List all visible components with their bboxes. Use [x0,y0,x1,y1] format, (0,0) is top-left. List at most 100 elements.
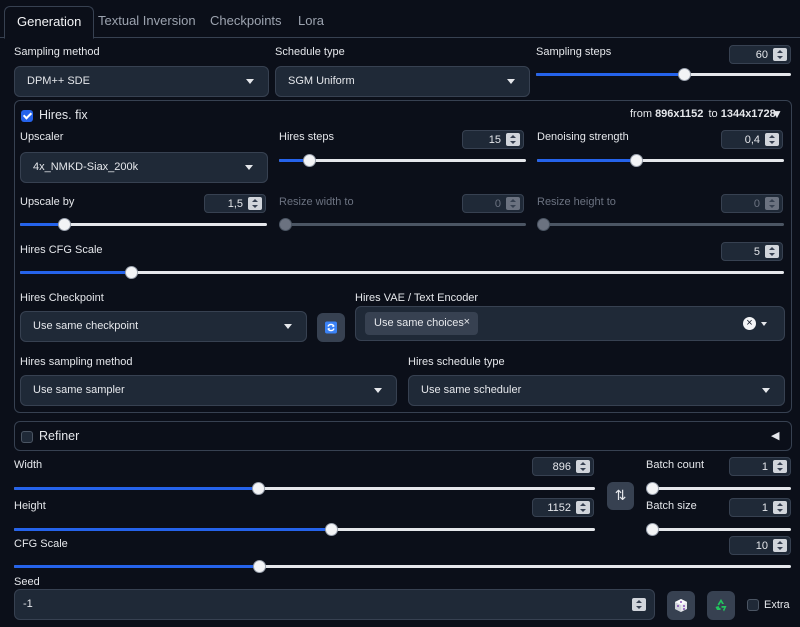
stepper-icon[interactable] [632,598,646,611]
stepper-icon[interactable] [765,245,779,258]
recycle-icon [715,599,727,612]
sampling-steps-value: 60 [755,49,768,61]
resize-height-input[interactable]: 0 [721,194,783,213]
batch-size-slider[interactable] [646,522,791,536]
upscaler-label: Upscaler [20,131,64,143]
tab-textual-inversion[interactable]: Textual Inversion [86,6,208,38]
stepper-icon[interactable] [773,501,787,514]
stepper-icon[interactable] [773,48,787,61]
clear-all-icon[interactable]: × [743,317,756,330]
slider-thumb[interactable] [646,482,659,495]
sampling-method-dropdown[interactable]: DPM++ SDE [14,66,269,97]
slider-thumb[interactable] [302,154,316,167]
stepper-icon[interactable] [576,460,590,473]
seed-input[interactable]: -1 [14,589,655,620]
random-seed-button[interactable] [667,591,695,620]
stepper-icon[interactable] [773,460,787,473]
slider-thumb[interactable] [537,218,550,231]
chevron-down-icon[interactable] [761,322,767,326]
slider-thumb[interactable] [677,68,691,81]
from-size: 896x1152 [655,108,704,120]
swap-dimensions-button[interactable]: ⇅ [607,482,634,510]
hires-fix-checkbox[interactable] [21,110,33,122]
hires-checkpoint-dropdown[interactable]: Use same checkpoint [20,311,307,342]
batch-count-label: Batch count [646,459,705,471]
resize-height-slider[interactable] [537,217,784,231]
stepper-icon[interactable] [506,197,520,210]
hires-size-info: from 896x1152 to 1344x1728 [630,108,776,120]
reuse-seed-button[interactable] [707,591,735,620]
slider-thumb[interactable] [646,523,659,536]
stepper-icon[interactable] [773,539,787,552]
slider-thumb[interactable] [124,266,138,279]
batch-count-value: 1 [761,461,768,473]
hires-cfg-input[interactable]: 5 [721,242,783,261]
collapse-icon[interactable]: ▼ [771,107,783,121]
batch-size-input[interactable]: 1 [729,498,791,517]
upscale-by-slider[interactable] [20,217,267,231]
tab-lora[interactable]: Lora [286,6,336,38]
resize-height-label: Resize height to [537,196,616,208]
refresh-button[interactable] [317,313,345,342]
vae-chip-label: Use same choices [374,317,464,329]
height-label: Height [14,500,46,512]
cfg-scale-input[interactable]: 10 [729,536,791,555]
stepper-icon[interactable] [506,133,520,146]
slider-thumb[interactable] [324,523,338,536]
denoising-strength-input[interactable]: 0,4 [721,130,783,149]
stepper-icon[interactable] [248,197,262,210]
sampling-steps-input[interactable]: 60 [729,45,791,64]
stepper-icon[interactable] [765,133,779,146]
height-slider[interactable] [14,522,595,536]
hires-vae-label: Hires VAE / Text Encoder [355,292,479,304]
denoising-strength-slider[interactable] [537,153,784,167]
chevron-down-icon [246,79,254,84]
extra-checkbox[interactable] [747,599,759,611]
hires-steps-input[interactable]: 15 [462,130,524,149]
chevron-down-icon [284,324,292,329]
refiner-panel [14,421,792,451]
stepper-icon[interactable] [765,197,779,210]
resize-width-label: Resize width to [279,196,354,208]
batch-count-input[interactable]: 1 [729,457,791,476]
chevron-down-icon [507,79,515,84]
hires-checkpoint-value: Use same checkpoint [33,320,139,332]
hires-scheduler-dropdown[interactable]: Use same scheduler [408,375,785,406]
width-slider[interactable] [14,481,595,495]
hires-steps-slider[interactable] [279,153,526,167]
width-input[interactable]: 896 [532,457,594,476]
swap-icon: ⇅ [614,487,627,503]
resize-width-slider[interactable] [279,217,526,231]
sampling-steps-slider[interactable] [536,67,791,81]
schedule-type-dropdown[interactable]: SGM Uniform [275,66,530,97]
chip-remove-icon[interactable]: × [464,316,470,328]
stepper-icon[interactable] [576,501,590,514]
upscale-by-value: 1,5 [227,198,243,210]
upscale-by-input[interactable]: 1,5 [204,194,266,213]
tab-checkpoints[interactable]: Checkpoints [198,6,294,38]
batch-count-slider[interactable] [646,481,791,495]
slider-thumb[interactable] [252,482,266,495]
tab-generation[interactable]: Generation [4,6,95,39]
slider-thumb[interactable] [58,218,72,231]
cfg-scale-value: 10 [755,540,768,552]
refiner-checkbox[interactable] [21,431,33,443]
slider-thumb[interactable] [279,218,292,231]
chevron-down-icon [374,388,382,393]
slider-thumb[interactable] [252,560,266,573]
resize-width-input[interactable]: 0 [462,194,524,213]
cfg-scale-slider[interactable] [14,559,791,573]
hires-sampler-label: Hires sampling method [20,356,133,368]
vae-choice-chip: Use same choices × [365,312,478,335]
upscaler-dropdown[interactable]: 4x_NMKD-Siax_200k [20,152,268,183]
expand-icon[interactable]: ◀ [771,429,779,442]
batch-size-value: 1 [761,502,768,514]
hires-vae-multiselect[interactable]: Use same choices × × [355,306,785,341]
hires-sampler-dropdown[interactable]: Use same sampler [20,375,397,406]
height-input[interactable]: 1152 [532,498,594,517]
hires-fix-title: Hires. fix [39,108,88,122]
slider-thumb[interactable] [629,154,643,167]
schedule-type-label: Schedule type [275,46,345,58]
denoising-strength-label: Denoising strength [537,131,629,143]
hires-cfg-slider[interactable] [20,265,784,279]
